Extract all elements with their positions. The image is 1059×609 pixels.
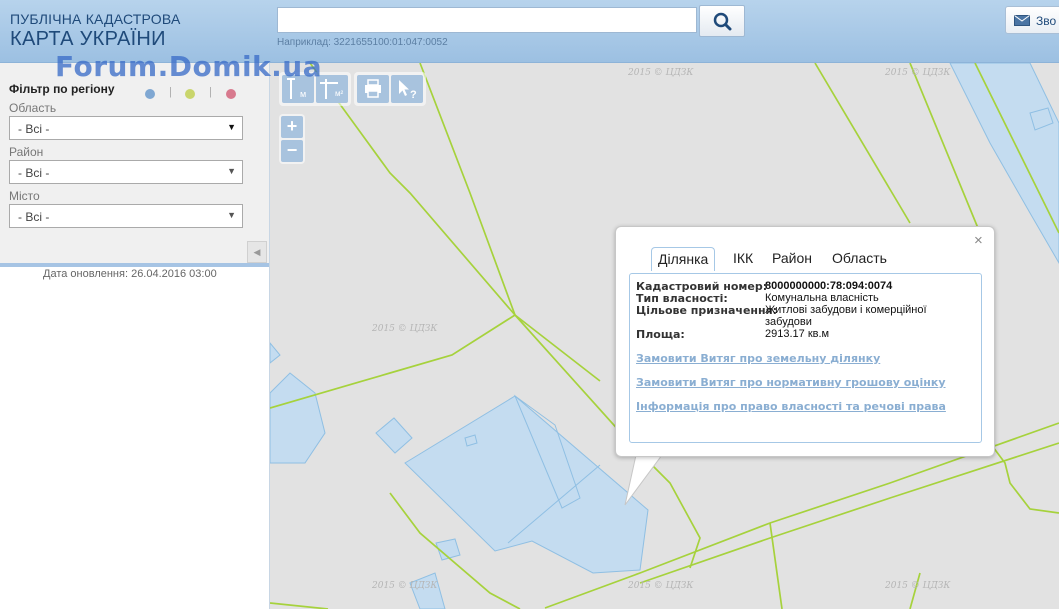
chevron-down-icon: ▼ (227, 122, 236, 132)
print-button[interactable] (357, 75, 389, 103)
parcel-details: Кадастровий номер: 8000000000:78:094:007… (629, 273, 982, 443)
chevron-left-icon: ◀ (253, 247, 261, 257)
order-land-extract-link[interactable]: Замовити Витяг про земельну ділянку (636, 352, 880, 365)
ownership-type-value: Комунальна власність (765, 292, 879, 304)
panel-divider (0, 263, 269, 267)
search-hint: Наприклад: 3221655100:01:047:0052 (277, 37, 448, 48)
region-dot-blue[interactable] (145, 89, 155, 99)
cursor-question-icon: ? (399, 80, 417, 101)
ownership-info-link[interactable]: Інформація про право власності та речові… (636, 400, 946, 413)
city-label: Місто (9, 189, 40, 203)
separator: | (169, 86, 172, 98)
search-button[interactable] (699, 5, 745, 37)
zoom-in-button[interactable]: + (281, 116, 303, 138)
city-select-value: - Всі - (18, 210, 50, 224)
tile-watermark: 2015 © ЦДЗК (371, 581, 438, 591)
logo-title-line1: ПУБЛІЧНА КАДАСТРОВА (10, 11, 181, 27)
tile-watermark: 2015 © ЦДЗК (884, 581, 951, 591)
zoom-out-button[interactable]: − (281, 140, 303, 162)
zoom-control: + − (279, 114, 305, 164)
filter-title: Фільтр по регіону (9, 82, 115, 96)
tile-watermark: 2015 © ЦДЗК (884, 68, 951, 78)
area-value: 2913.17 кв.м (765, 328, 830, 340)
tile-watermark: 2015 © ЦДЗК (627, 68, 694, 78)
region-select-value: - Всі - (18, 122, 50, 136)
separator: | (209, 86, 212, 98)
popup-pointer (624, 455, 663, 506)
chevron-down-icon: ▼ (227, 210, 236, 220)
tile-watermark: 2015 © ЦДЗК (627, 581, 694, 591)
search-input[interactable] (277, 7, 697, 33)
region-label: Область (9, 101, 57, 115)
action-toolbar: ? (354, 72, 426, 106)
tab-region[interactable]: Область (832, 250, 887, 266)
logo-title-line2: КАРТА УКРАЇНИ (10, 28, 166, 50)
chevron-down-icon: ▼ (227, 166, 236, 176)
purpose-label: Цільове призначення: (636, 304, 778, 317)
city-select[interactable]: - Всі - ▼ (9, 204, 243, 228)
tile-watermark: 2015 © ЦДЗК (371, 324, 438, 334)
district-select[interactable]: - Всі - ▼ (9, 160, 243, 184)
tab-district[interactable]: Район (772, 250, 812, 266)
cadastral-number-value: 8000000000:78:094:0074 (765, 280, 893, 292)
area-label: Площа: (636, 328, 685, 341)
purpose-value: Житлові забудови і комерційної забудови (765, 304, 927, 328)
feedback-label: Зво (1036, 14, 1057, 28)
svg-text:?: ? (410, 89, 417, 101)
district-select-value: - Всі - (18, 166, 50, 180)
tab-parcel[interactable]: Ділянка (651, 247, 716, 271)
region-select[interactable]: - Всі - ▼ (9, 116, 243, 140)
search-icon (713, 12, 732, 31)
envelope-icon (1014, 15, 1030, 26)
sidebar: Фільтр по регіону | | Область - Всі - ▼ … (0, 63, 270, 609)
unit-label: м (300, 89, 307, 99)
tab-ikk[interactable]: ІКК (733, 250, 753, 266)
close-icon[interactable]: × (974, 232, 983, 249)
forum-watermark: Forum.Domik.ua (55, 50, 323, 83)
print-icon (365, 79, 381, 98)
district-dot-yellow[interactable] (185, 89, 195, 99)
feedback-button[interactable]: Зво (1005, 6, 1059, 34)
region-filter-panel: Фільтр по регіону | | Область - Всі - ▼ … (0, 63, 269, 265)
city-dot-red[interactable] (226, 89, 236, 99)
district-label: Район (9, 145, 44, 159)
parcel-info-popup: × Ділянка ІКК Район Область Кадастровий … (615, 226, 995, 457)
unit-label: м² (335, 89, 344, 98)
order-valuation-extract-link[interactable]: Замовити Витяг про нормативну грошову оц… (636, 376, 946, 389)
update-date: Дата оновлення: 26.04.2016 03:00 (43, 268, 217, 280)
collapse-sidebar-button[interactable]: ◀ (247, 241, 267, 263)
identify-button[interactable]: ? (391, 75, 423, 103)
